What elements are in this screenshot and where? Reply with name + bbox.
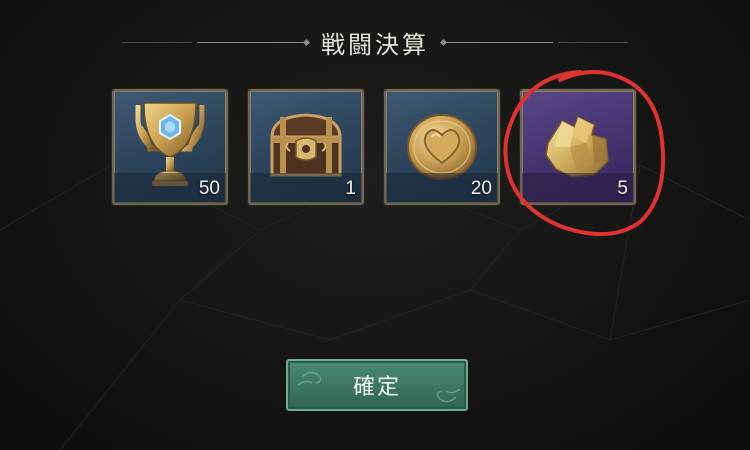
title-bar: 戦闘決算	[0, 22, 750, 62]
reward-slot-trophy[interactable]: 50	[112, 89, 228, 205]
confirm-button-label: 確定	[352, 375, 401, 400]
page-title: 戦闘決算	[321, 30, 429, 59]
reward-slot-chest[interactable]: 1	[248, 89, 364, 205]
title-divider-right	[443, 41, 628, 43]
reward-slot-gold-ore[interactable]: 5	[520, 89, 636, 205]
title-divider-left	[122, 41, 307, 43]
reward-quantity: 20	[470, 178, 492, 199]
confirm-button[interactable]: 確定	[286, 359, 468, 411]
reward-quantity: 1	[345, 178, 356, 199]
reward-quantity: 50	[198, 178, 220, 199]
reward-slot-heart-coin[interactable]: 20	[384, 89, 500, 205]
reward-quantity: 5	[617, 178, 628, 199]
